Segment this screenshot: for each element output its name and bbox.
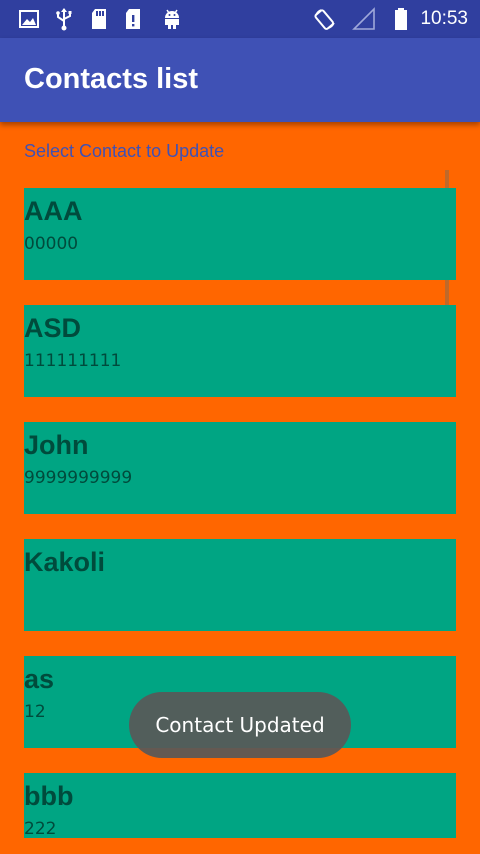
sd-card-icon	[87, 7, 111, 31]
contact-item[interactable]: AAA 00000	[24, 188, 456, 280]
toast-message: Contact Updated	[129, 692, 351, 758]
page-title: Contacts list	[24, 63, 199, 95]
clock: 10:53	[420, 8, 468, 29]
contact-name: as	[24, 664, 55, 694]
sd-card-alert-icon	[121, 7, 145, 31]
contact-phone: 12	[24, 702, 46, 722]
contact-phone: 00000	[24, 234, 79, 254]
signal-icon	[352, 7, 376, 31]
contact-name: Kakoli	[24, 547, 106, 577]
contact-item[interactable]: bbb 222	[24, 773, 456, 839]
image-icon	[17, 7, 41, 31]
contact-name: bbb	[24, 781, 74, 811]
android-icon	[160, 7, 184, 31]
instruction-text: Select Contact to Update	[24, 141, 225, 161]
contact-phone: 111111111	[24, 351, 122, 371]
screen-rotation-icon	[313, 7, 337, 31]
contact-phone: 9999999999	[24, 468, 133, 488]
contact-name: John	[24, 430, 89, 460]
contact-item[interactable]: John 9999999999	[24, 422, 456, 514]
contact-name: AAA	[24, 196, 83, 226]
contact-item[interactable]: ASD 111111111	[24, 305, 456, 397]
contact-item[interactable]: Kakoli	[24, 539, 456, 631]
battery-icon	[389, 7, 413, 31]
contact-phone: 222	[24, 819, 57, 839]
status-bar: 10:53	[0, 0, 480, 38]
app-bar: Contacts list	[0, 38, 480, 122]
usb-icon	[52, 7, 76, 31]
contact-name: ASD	[24, 313, 82, 343]
